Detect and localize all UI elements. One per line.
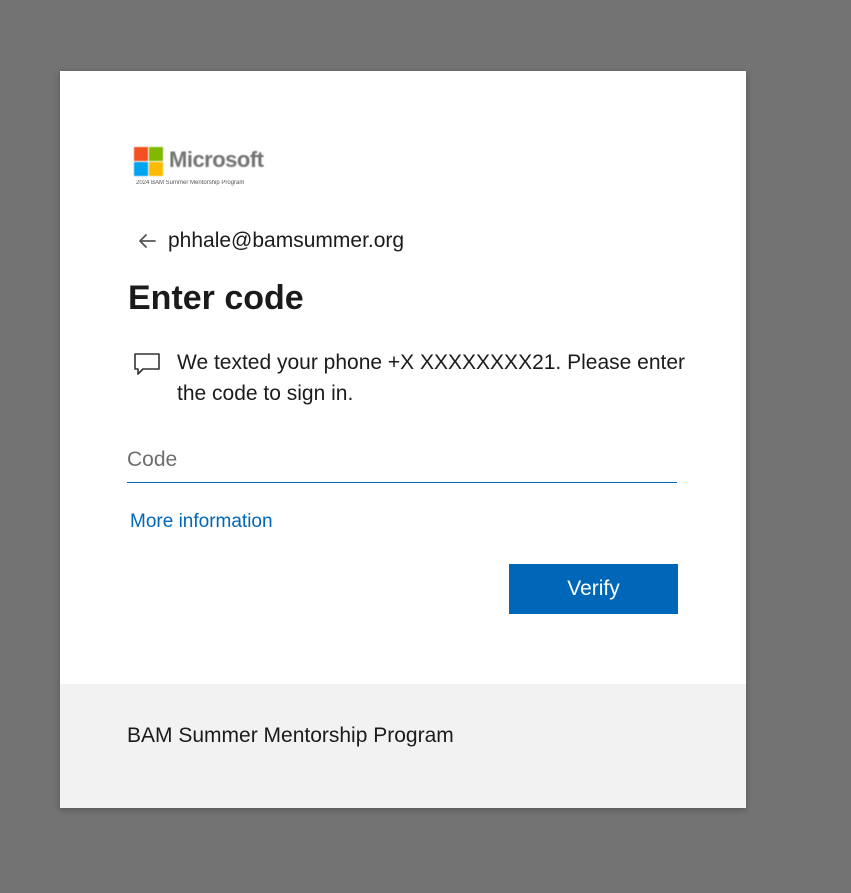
- identity-banner: phhale@bamsummer.org: [136, 227, 404, 255]
- verify-button[interactable]: Verify: [509, 564, 678, 614]
- page-title: Enter code: [128, 279, 304, 317]
- chat-bubble-icon: [134, 353, 160, 375]
- footer-text: BAM Summer Mentorship Program: [127, 724, 454, 747]
- sms-message: We texted your phone +X XXXXXXXX21. Plea…: [132, 347, 692, 409]
- sign-in-body: Microsoft 2024 BAM Summer Mentorship Pro…: [60, 71, 746, 684]
- code-input[interactable]: [127, 438, 677, 483]
- logo-subtitle: 2024 BAM Summer Mentorship Program: [136, 180, 245, 186]
- logo-brand-text: Microsoft: [169, 147, 264, 172]
- sign-in-card: Microsoft 2024 BAM Summer Mentorship Pro…: [60, 71, 746, 808]
- card-footer: BAM Summer Mentorship Program: [60, 684, 746, 808]
- account-email: phhale@bamsummer.org: [168, 229, 405, 252]
- sms-message-text: We texted your phone +X XXXXXXXX21. Plea…: [177, 351, 686, 405]
- microsoft-logo-icon: [134, 147, 164, 177]
- organization-logo: Microsoft 2024 BAM Summer Mentorship Pro…: [134, 145, 284, 189]
- more-information-link[interactable]: More information: [130, 511, 273, 533]
- arrow-left-icon[interactable]: [136, 230, 158, 252]
